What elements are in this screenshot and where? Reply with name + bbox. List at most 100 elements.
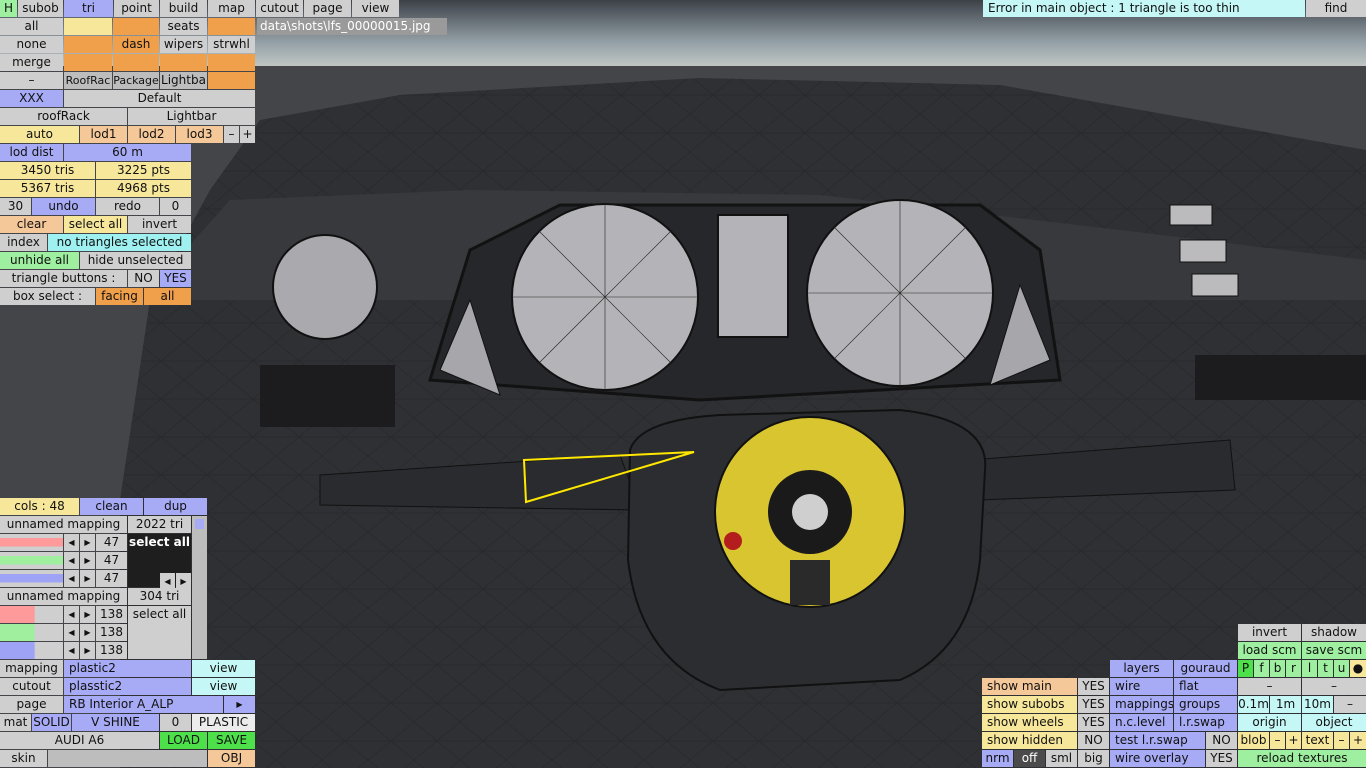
lod-1[interactable]: lod1 [80, 126, 127, 143]
reload-textures-button[interactable]: reload textures [1238, 750, 1366, 767]
roofrack-button[interactable]: roofRack [0, 108, 127, 125]
mat-vshine[interactable]: V SHINE [72, 714, 159, 731]
wire-button[interactable]: wire [1110, 678, 1173, 695]
subob-slot-2[interactable] [113, 18, 159, 35]
text-plus[interactable]: + [1350, 732, 1366, 749]
subob-seats[interactable]: seats [160, 18, 207, 35]
h-button[interactable]: H [0, 0, 17, 17]
lod-auto[interactable]: auto [0, 126, 79, 143]
cutout-view-button[interactable]: view [192, 678, 255, 695]
flag-p[interactable]: P [1238, 660, 1253, 677]
load-scm-button[interactable]: load scm [1238, 642, 1301, 659]
nrm-button[interactable]: nrm [982, 750, 1013, 767]
flag-r[interactable]: r [1286, 660, 1301, 677]
show-wheels-label[interactable]: show wheels [982, 714, 1077, 731]
arrow-left-icon[interactable]: ◀ [64, 534, 79, 551]
skin-value[interactable] [48, 750, 207, 767]
color-slider-green[interactable] [0, 552, 63, 569]
show-subobs-label[interactable]: show subobs [982, 696, 1077, 713]
redo-button[interactable]: redo [96, 198, 159, 215]
blob-plus[interactable]: + [1286, 732, 1301, 749]
flag-t[interactable]: t [1318, 660, 1333, 677]
select-all-button[interactable]: select all [64, 216, 127, 233]
subob-lightba[interactable]: Lightba [160, 72, 207, 89]
subob-dash[interactable]: dash [113, 36, 159, 53]
subob-slot-7[interactable] [160, 54, 207, 71]
arrow-left-icon[interactable]: ◀ [64, 606, 79, 623]
subob-slot-4[interactable] [64, 36, 112, 53]
mapping-scrollbar[interactable] [192, 516, 207, 659]
find-button[interactable]: find [1306, 0, 1366, 17]
arrow-right-icon[interactable]: ▶ [80, 534, 95, 551]
unhide-all-button[interactable]: unhide all [0, 252, 79, 269]
mapping-1-name[interactable]: unnamed mapping [0, 516, 127, 533]
arrow-left-icon[interactable]: ◀ [64, 642, 79, 659]
cutout-value[interactable]: plasstic2 [64, 678, 191, 695]
arrow-left-icon[interactable]: ◀ [64, 570, 79, 587]
wire-overlay-button[interactable]: wire overlay [1110, 750, 1205, 767]
arrow-right-icon[interactable]: ▶ [80, 624, 95, 641]
show-main-label[interactable]: show main [982, 678, 1077, 695]
obj-button[interactable]: OBJ [208, 750, 255, 767]
text-button[interactable]: text [1302, 732, 1333, 749]
mapping-view-button[interactable]: view [192, 660, 255, 677]
tab-tri[interactable]: tri [64, 0, 113, 17]
tab-point[interactable]: point [114, 0, 159, 17]
triangle-buttons-yes[interactable]: YES [160, 270, 191, 287]
tab-cutout[interactable]: cutout [256, 0, 303, 17]
gouraud-button[interactable]: gouraud [1174, 660, 1237, 677]
mat-solid[interactable]: SOLID [32, 714, 71, 731]
default-button[interactable]: Default [64, 90, 255, 107]
flat-button[interactable]: flat [1174, 678, 1237, 695]
lod-2[interactable]: lod2 [128, 126, 175, 143]
subob-slot-6[interactable] [113, 54, 159, 71]
mappings-button[interactable]: mappings [1110, 696, 1173, 713]
clear-button[interactable]: clear [0, 216, 63, 233]
hide-unselected-button[interactable]: hide unselected [80, 252, 191, 269]
minus-button[interactable]: – [0, 72, 63, 89]
lod-minus[interactable]: – [224, 126, 239, 143]
undo-button[interactable]: undo [32, 198, 95, 215]
lod-dist-label[interactable]: lod dist [0, 144, 63, 161]
clean-button[interactable]: clean [80, 498, 143, 515]
load-button[interactable]: LOAD [160, 732, 207, 749]
box-select-all[interactable]: all [144, 288, 191, 305]
arrow-left-icon[interactable]: ◀ [64, 624, 79, 641]
mapping-1-select-all[interactable]: select all [128, 534, 191, 551]
view-invert-button[interactable]: invert [1238, 624, 1301, 641]
color-slider-red[interactable] [0, 534, 63, 551]
flag-u[interactable]: u [1334, 660, 1349, 677]
step-minus[interactable]: – [1334, 696, 1366, 713]
subob-package[interactable]: Package [113, 72, 159, 89]
arrow-right-icon[interactable]: ▶ [80, 552, 95, 569]
groups-button[interactable]: groups [1174, 696, 1237, 713]
object-button[interactable]: object [1302, 714, 1366, 731]
subob-slot-8[interactable] [208, 54, 255, 71]
blob-button[interactable]: blob [1238, 732, 1269, 749]
page-next-icon[interactable]: ▶ [224, 696, 255, 713]
tab-map[interactable]: map [208, 0, 255, 17]
subob-wipers[interactable]: wipers [160, 36, 207, 53]
dash-button-2[interactable]: – [1302, 678, 1366, 695]
lod-dist-value[interactable]: 60 m [64, 144, 191, 161]
big-button[interactable]: big [1078, 750, 1109, 767]
tab-page[interactable]: page [304, 0, 351, 17]
step-10m[interactable]: 10m [1302, 696, 1333, 713]
step-1m[interactable]: 1m [1270, 696, 1301, 713]
show-main-toggle[interactable]: YES [1078, 678, 1109, 695]
tab-build[interactable]: build [160, 0, 207, 17]
save-button[interactable]: SAVE [208, 732, 255, 749]
test-lrswap-button[interactable]: test l.r.swap [1110, 732, 1205, 749]
show-hidden-label[interactable]: show hidden [982, 732, 1077, 749]
test-lrswap-toggle[interactable]: NO [1206, 732, 1237, 749]
lod-3[interactable]: lod3 [176, 126, 223, 143]
lrswap-button[interactable]: l.r.swap [1174, 714, 1237, 731]
subob-roofrac[interactable]: RoofRac [64, 72, 112, 89]
mat-plastic[interactable]: PLASTIC [192, 714, 255, 731]
subob-strwhl[interactable]: strwhl [208, 36, 255, 53]
color-slider-blue[interactable] [0, 570, 63, 587]
text-minus[interactable]: – [1334, 732, 1349, 749]
merge-button[interactable]: merge [0, 54, 63, 71]
invert-button[interactable]: invert [128, 216, 191, 233]
box-select-facing[interactable]: facing [96, 288, 143, 305]
